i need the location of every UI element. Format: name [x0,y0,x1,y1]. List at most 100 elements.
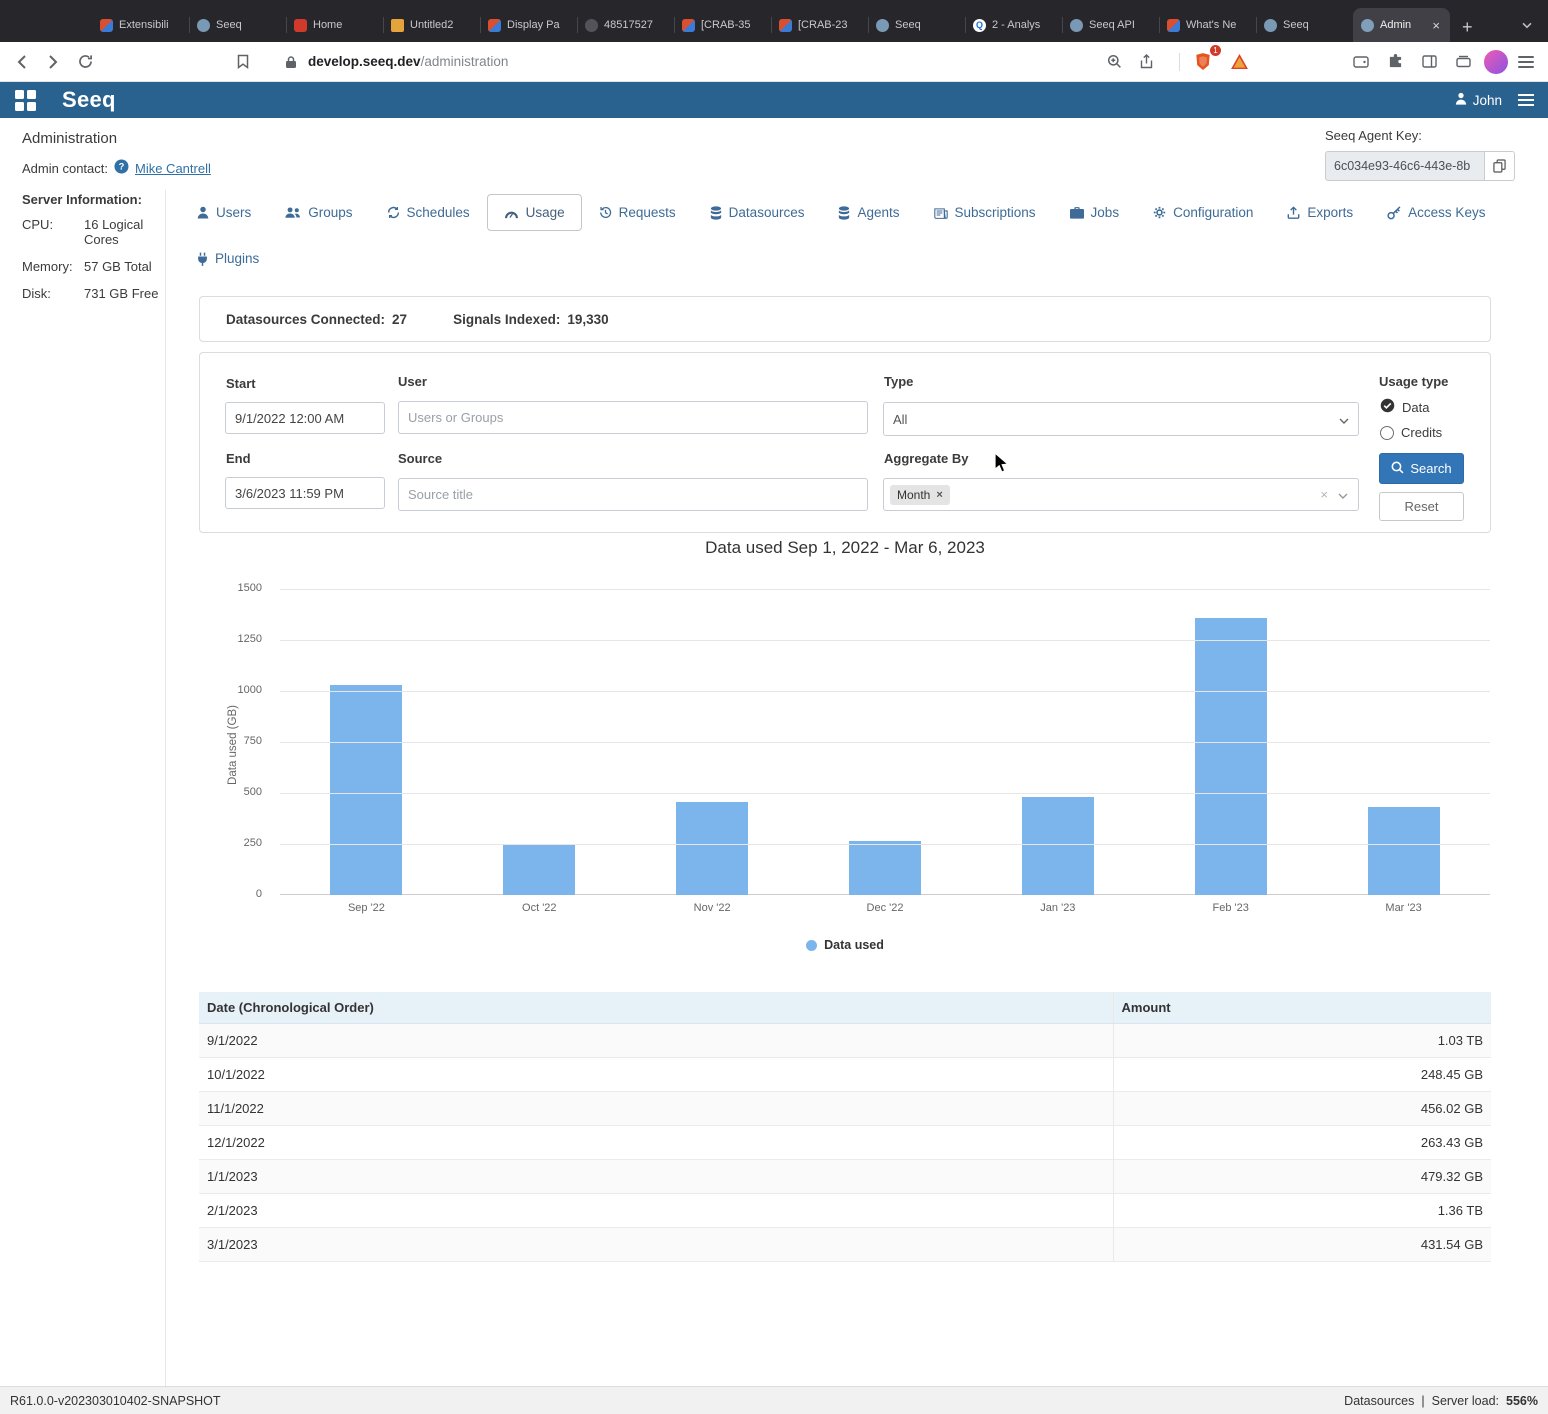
date-cell: 1/1/2023 [199,1160,1113,1194]
tab-usage[interactable]: Usage [487,194,582,231]
browser-tab[interactable]: What's Ne [1159,8,1256,42]
brave-shield-icon[interactable]: 1 [1190,49,1216,75]
news-icon [934,207,948,219]
bar-data-used[interactable] [503,844,575,895]
bar-data-used[interactable] [676,802,748,895]
tab-plugins[interactable]: Plugins [180,240,276,277]
extensions-puzzle-icon[interactable] [1382,49,1408,75]
y-tick-label: 500 [199,786,272,798]
tab-schedules[interactable]: Schedules [370,194,487,231]
usage-table: Date (Chronological Order) Amount 9/1/20… [199,992,1491,1262]
app-grid-icon[interactable] [15,90,36,111]
user-input[interactable] [398,401,868,434]
tab-exports[interactable]: Exports [1270,194,1370,231]
user-menu[interactable]: John [1455,92,1502,108]
page-content: Administration Admin contact: ? Mike Can… [0,118,1548,1386]
aggregate-tag-remove-icon[interactable]: × [936,489,942,501]
help-question-icon[interactable]: ? [114,159,129,177]
aggregate-by-select[interactable]: Month × × [883,478,1359,511]
browser-tab[interactable]: Home [286,8,383,42]
tab-agents[interactable]: Agents [821,194,916,231]
bar-data-used[interactable] [330,685,402,895]
browser-tab-label: [CRAB-23 [798,19,860,31]
admin-tabs-row2: Plugins [180,240,276,277]
browser-menu-icon[interactable] [1518,56,1534,68]
gears-icon [1153,206,1166,219]
tab-datasources[interactable]: Datasources [693,194,822,231]
tab-close-icon[interactable]: × [1430,18,1442,33]
bar-data-used[interactable] [1195,618,1267,895]
tab-requests[interactable]: Requests [582,194,693,231]
copy-icon[interactable] [1485,151,1515,181]
table-row: 2/1/20231.36 TB [199,1194,1491,1228]
tab-configuration[interactable]: Configuration [1136,194,1270,231]
forward-icon[interactable] [40,49,66,75]
browser-tab[interactable]: Admin× [1353,8,1450,42]
wallet-icon[interactable] [1348,49,1374,75]
x-tick-label: Jan '23 [971,902,1144,914]
bar-data-used[interactable] [849,841,921,895]
aggregate-clear-icon[interactable]: × [1320,487,1328,502]
profile-avatar[interactable] [1484,50,1508,74]
flask-red-favicon [294,19,307,32]
reset-button[interactable]: Reset [1379,492,1464,521]
seeq-logo: Seeq [62,87,116,113]
browser-tab[interactable]: Seeq [868,8,965,42]
start-input[interactable] [225,402,385,434]
end-input[interactable] [225,477,385,509]
bookmark-icon[interactable] [230,49,256,75]
browser-tab[interactable]: Untitled2 [383,8,480,42]
browser-tab[interactable]: Seeq [1256,8,1353,42]
browser-tab[interactable]: Extensibili [92,8,189,42]
chart-legend[interactable]: Data used [199,938,1491,952]
tab-users[interactable]: Users [180,194,268,231]
url-text[interactable]: develop.seeq.dev/administration [308,54,508,69]
app-header-right: John [1455,92,1534,108]
tab-groups[interactable]: Groups [268,194,369,231]
share-icon[interactable] [1133,49,1159,75]
date-column-header[interactable]: Date (Chronological Order) [199,992,1113,1024]
tab-subscriptions[interactable]: Subscriptions [917,194,1053,231]
browser-tab[interactable]: Q2 - Analys [965,8,1062,42]
warning-triangle-icon[interactable] [1226,49,1252,75]
type-select[interactable]: All [883,402,1359,436]
admin-contact: Admin contact: ? Mike Cantrell [22,159,211,177]
browser-tab[interactable]: 48517527 [577,8,674,42]
bar-data-used[interactable] [1022,797,1094,895]
x-tick-label: Sep '22 [280,902,453,914]
search-button[interactable]: Search [1379,453,1464,484]
new-tab-button[interactable]: + [1462,18,1473,36]
admin-contact-link[interactable]: Mike Cantrell [135,161,211,176]
plug-icon [197,252,208,266]
source-input[interactable] [398,478,868,511]
amount-column-header[interactable]: Amount [1113,992,1491,1024]
tab-search-chevron-icon[interactable] [1522,16,1532,34]
usage-type-credits-radio[interactable]: Credits [1380,425,1442,440]
browser-tab[interactable]: [CRAB-35 [674,8,771,42]
back-icon[interactable] [8,49,34,75]
sidebar-toggle-icon[interactable] [1416,49,1442,75]
memory-value: 57 GB Total [84,259,160,274]
agent-key-input[interactable] [1325,151,1485,181]
browser-tab[interactable]: [CRAB-23 [771,8,868,42]
server-icon [838,206,850,220]
zoom-icon[interactable] [1101,49,1127,75]
tab-jobs[interactable]: Jobs [1053,194,1137,231]
tab-access-keys[interactable]: Access Keys [1370,194,1502,231]
footer-right: Datasources | Server load: 556% [1344,1394,1538,1408]
reload-icon[interactable] [72,49,98,75]
browser-tab[interactable]: Seeq [189,8,286,42]
url-path: /administration [421,54,509,69]
type-label: Type [884,374,913,389]
bar-data-used[interactable] [1368,807,1440,895]
site-info-lock-icon[interactable] [278,49,304,75]
seeq-favicon [488,19,501,32]
hamburger-menu-icon[interactable] [1518,94,1534,106]
browser-tab[interactable]: Display Pa [480,8,577,42]
cards-icon[interactable] [1450,49,1476,75]
tab-label: Plugins [215,251,259,266]
footer-datasources-link[interactable]: Datasources [1344,1394,1414,1408]
tab-label: Schedules [407,205,470,220]
browser-tab[interactable]: Seeq API [1062,8,1159,42]
usage-type-data-radio[interactable]: Data [1380,398,1429,416]
